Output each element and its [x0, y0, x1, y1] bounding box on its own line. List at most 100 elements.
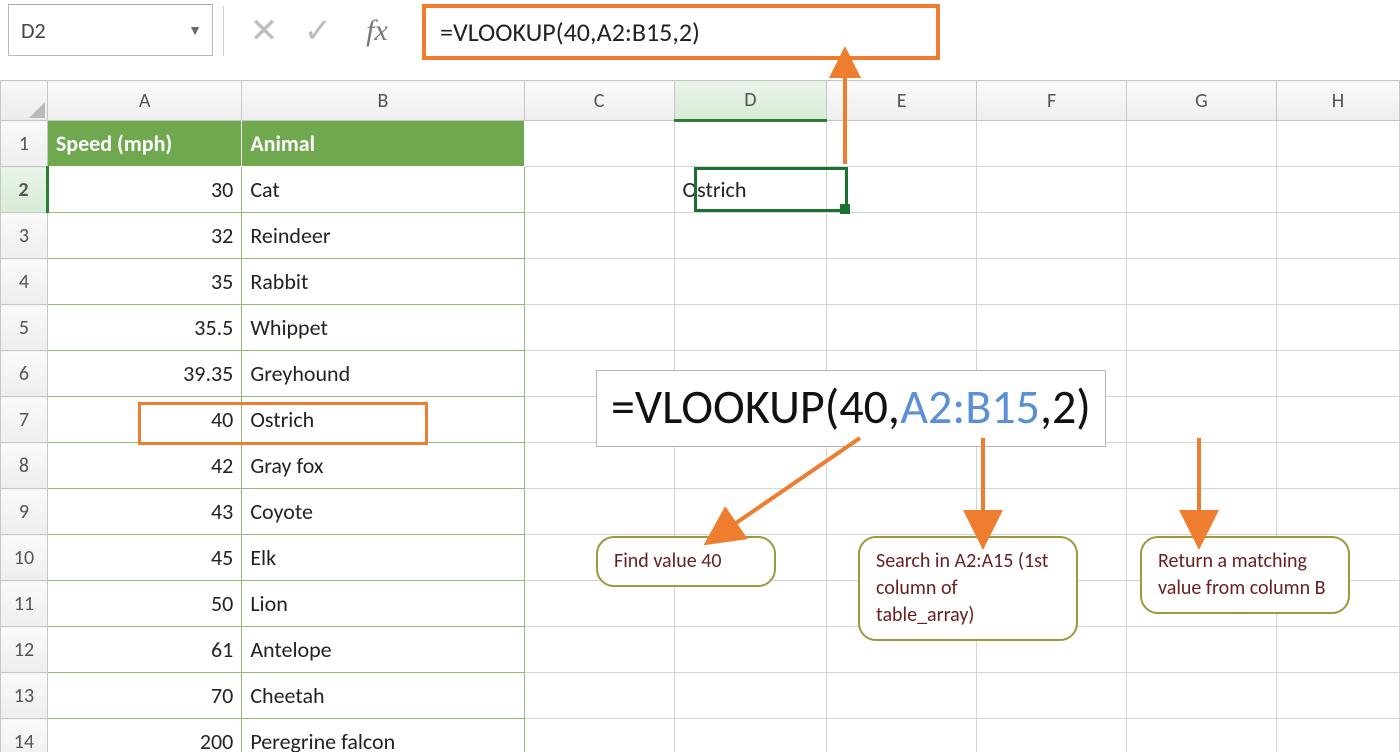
cell[interactable]: Cheetah — [242, 673, 524, 719]
row-header-13[interactable]: 13 — [1, 673, 48, 719]
cell[interactable] — [827, 213, 977, 259]
row-header-7[interactable]: 7 — [1, 397, 48, 443]
cell[interactable] — [524, 443, 674, 489]
cell[interactable] — [1126, 397, 1276, 443]
cancel-button[interactable]: ✕ — [240, 11, 288, 51]
cell[interactable] — [1126, 719, 1276, 752]
cell[interactable] — [674, 627, 827, 673]
cell[interactable] — [674, 121, 827, 167]
cell[interactable] — [674, 719, 827, 752]
row-header-11[interactable]: 11 — [1, 581, 48, 627]
cell[interactable]: 61 — [47, 627, 241, 673]
row-header-5[interactable]: 5 — [1, 305, 48, 351]
cell[interactable]: Antelope — [242, 627, 524, 673]
cell[interactable] — [977, 489, 1127, 535]
row-header-10[interactable]: 10 — [1, 535, 48, 581]
cell[interactable]: 200 — [47, 719, 241, 752]
cell[interactable]: 43 — [47, 489, 241, 535]
cell[interactable]: Elk — [242, 535, 524, 581]
cell[interactable] — [1276, 121, 1399, 167]
cell[interactable] — [1276, 397, 1399, 443]
cell[interactable]: 39.35 — [47, 351, 241, 397]
cell[interactable]: Peregrine falcon — [242, 719, 524, 752]
row-header-1[interactable]: 1 — [1, 121, 48, 167]
cell[interactable] — [1126, 351, 1276, 397]
cell[interactable]: Rabbit — [242, 259, 524, 305]
cell[interactable] — [1276, 719, 1399, 752]
cell[interactable] — [977, 167, 1127, 213]
col-header-F[interactable]: F — [977, 81, 1127, 121]
cell[interactable] — [1126, 305, 1276, 351]
cell[interactable] — [524, 627, 674, 673]
cell[interactable] — [827, 305, 977, 351]
cell[interactable] — [674, 213, 827, 259]
cell[interactable]: 50 — [47, 581, 241, 627]
cell[interactable] — [524, 673, 674, 719]
cell[interactable] — [674, 305, 827, 351]
col-header-H[interactable]: H — [1276, 81, 1399, 121]
col-header-D[interactable]: D — [674, 81, 827, 121]
cell[interactable] — [977, 673, 1127, 719]
row-header-3[interactable]: 3 — [1, 213, 48, 259]
cell[interactable] — [1126, 673, 1276, 719]
cell[interactable]: Greyhound — [242, 351, 524, 397]
cell[interactable] — [524, 719, 674, 752]
cell[interactable] — [827, 719, 977, 752]
cell[interactable] — [1126, 627, 1276, 673]
row-header-12[interactable]: 12 — [1, 627, 48, 673]
cell[interactable] — [1276, 259, 1399, 305]
cell[interactable] — [524, 167, 674, 213]
cell[interactable] — [1126, 443, 1276, 489]
cell[interactable]: Coyote — [242, 489, 524, 535]
cell[interactable] — [1126, 167, 1276, 213]
cell[interactable] — [1276, 351, 1399, 397]
cell[interactable] — [524, 259, 674, 305]
row-header-14[interactable]: 14 — [1, 719, 48, 752]
cell[interactable] — [674, 581, 827, 627]
cell[interactable]: Reindeer — [242, 213, 524, 259]
row-header-9[interactable]: 9 — [1, 489, 48, 535]
cell[interactable] — [524, 213, 674, 259]
cell[interactable] — [827, 259, 977, 305]
cell[interactable] — [977, 259, 1127, 305]
cell[interactable]: 70 — [47, 673, 241, 719]
row-header-4[interactable]: 4 — [1, 259, 48, 305]
formula-input[interactable]: =VLOOKUP(40,A2:B15,2) — [422, 4, 940, 60]
cell[interactable] — [827, 673, 977, 719]
cell[interactable]: 45 — [47, 535, 241, 581]
selected-cell[interactable]: Ostrich — [674, 167, 827, 213]
cell[interactable]: Animal — [242, 121, 524, 167]
cell[interactable] — [827, 443, 977, 489]
cell[interactable]: Ostrich — [242, 397, 524, 443]
col-header-B[interactable]: B — [242, 81, 524, 121]
cell[interactable] — [674, 443, 827, 489]
col-header-E[interactable]: E — [827, 81, 977, 121]
cell[interactable] — [524, 581, 674, 627]
cell[interactable] — [1276, 489, 1399, 535]
cell[interactable] — [1276, 443, 1399, 489]
cell[interactable] — [827, 121, 977, 167]
row-header-6[interactable]: 6 — [1, 351, 48, 397]
name-box[interactable]: D2 ▼ — [8, 4, 213, 56]
cell[interactable] — [1276, 167, 1399, 213]
col-header-C[interactable]: C — [524, 81, 674, 121]
col-header-G[interactable]: G — [1126, 81, 1276, 121]
cell[interactable]: Cat — [242, 167, 524, 213]
cell[interactable] — [1276, 213, 1399, 259]
cell[interactable] — [674, 489, 827, 535]
cell[interactable] — [1276, 673, 1399, 719]
cell[interactable] — [674, 259, 827, 305]
cell[interactable] — [674, 673, 827, 719]
cell[interactable] — [1126, 489, 1276, 535]
row-header-8[interactable]: 8 — [1, 443, 48, 489]
cell[interactable]: 42 — [47, 443, 241, 489]
cell[interactable] — [1276, 627, 1399, 673]
cell[interactable] — [977, 719, 1127, 752]
cell[interactable] — [1276, 305, 1399, 351]
cell[interactable]: Whippet — [242, 305, 524, 351]
cell[interactable] — [1126, 213, 1276, 259]
cell[interactable] — [977, 121, 1127, 167]
cell[interactable] — [1126, 121, 1276, 167]
enter-button[interactable]: ✓ — [294, 11, 342, 51]
cell[interactable]: 35 — [47, 259, 241, 305]
